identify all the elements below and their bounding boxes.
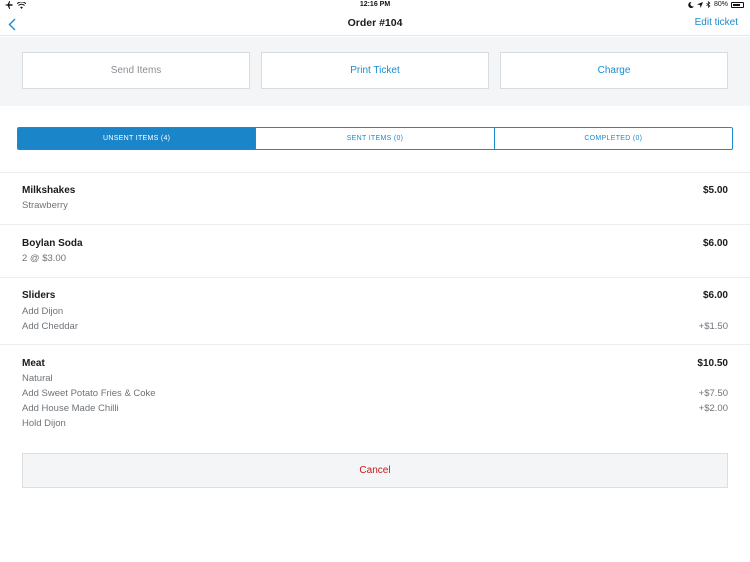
item-modifier: Add Sweet Potato Fries & Coke: [22, 388, 156, 399]
order-item[interactable]: Meat $10.50 Natural Add Sweet Potato Fri…: [22, 358, 728, 433]
battery-percentage: 80%: [713, 1, 728, 8]
item-price: $6.00: [702, 238, 728, 249]
action-bar: Send Items Print Ticket Charge: [0, 37, 750, 106]
modifier-price: +$2.00: [698, 403, 728, 414]
item-modifier: Natural: [22, 373, 53, 384]
send-items-button[interactable]: Send Items: [22, 52, 250, 89]
edit-ticket-button[interactable]: Edit ticket: [695, 17, 738, 28]
item-modifier: Add Dijon: [22, 306, 64, 317]
tab-unsent-items[interactable]: UNSENT ITEMS (4): [18, 128, 256, 149]
item-modifier: Add Cheddar: [22, 321, 78, 332]
item-modifier: 2 @ $3.00: [22, 253, 66, 264]
status-bar: 12:16 PM 80%: [0, 0, 750, 12]
modifier-price: +$7.50: [698, 388, 728, 399]
divider: [0, 224, 750, 225]
charge-button[interactable]: Charge: [500, 52, 728, 89]
item-modifier: Hold Dijon: [22, 418, 66, 429]
order-item[interactable]: Milkshakes $5.00 Strawberry: [22, 185, 728, 215]
cancel-button[interactable]: Cancel: [22, 453, 728, 488]
item-name: Boylan Soda: [22, 238, 83, 249]
divider: [0, 344, 750, 345]
battery-icon: [731, 1, 744, 8]
item-status-tabs: UNSENT ITEMS (4) SENT ITEMS (0) COMPLETE…: [17, 127, 733, 150]
navigation-bar: Order #104 Edit ticket: [0, 12, 750, 36]
print-ticket-button[interactable]: Print Ticket: [261, 52, 489, 89]
item-name: Milkshakes: [22, 185, 76, 196]
tab-completed[interactable]: COMPLETED (0): [493, 128, 732, 149]
item-name: Meat: [22, 358, 45, 369]
modifier-price: +$1.50: [698, 321, 728, 332]
item-modifier: Strawberry: [22, 200, 68, 211]
status-time: 12:16 PM: [359, 1, 391, 8]
page-title: Order #104: [347, 17, 403, 29]
location-icon: [696, 1, 703, 8]
status-right: 80%: [688, 1, 744, 8]
order-item[interactable]: Boylan Soda $6.00 2 @ $3.00: [22, 238, 728, 268]
battery-level: [733, 3, 741, 6]
bluetooth-icon: [706, 1, 711, 8]
item-name: Sliders: [22, 290, 56, 301]
item-price: $6.00: [702, 290, 728, 301]
item-modifier: Add House Made Chilli: [22, 403, 119, 414]
divider: [0, 277, 750, 278]
order-item[interactable]: Sliders $6.00 Add Dijon Add Cheddar +$1.…: [22, 290, 728, 336]
tab-sent-items[interactable]: SENT ITEMS (0): [255, 128, 493, 149]
item-price: $10.50: [697, 358, 728, 369]
moon-icon: [688, 1, 694, 8]
item-price: $5.00: [702, 185, 728, 196]
divider: [0, 172, 750, 173]
